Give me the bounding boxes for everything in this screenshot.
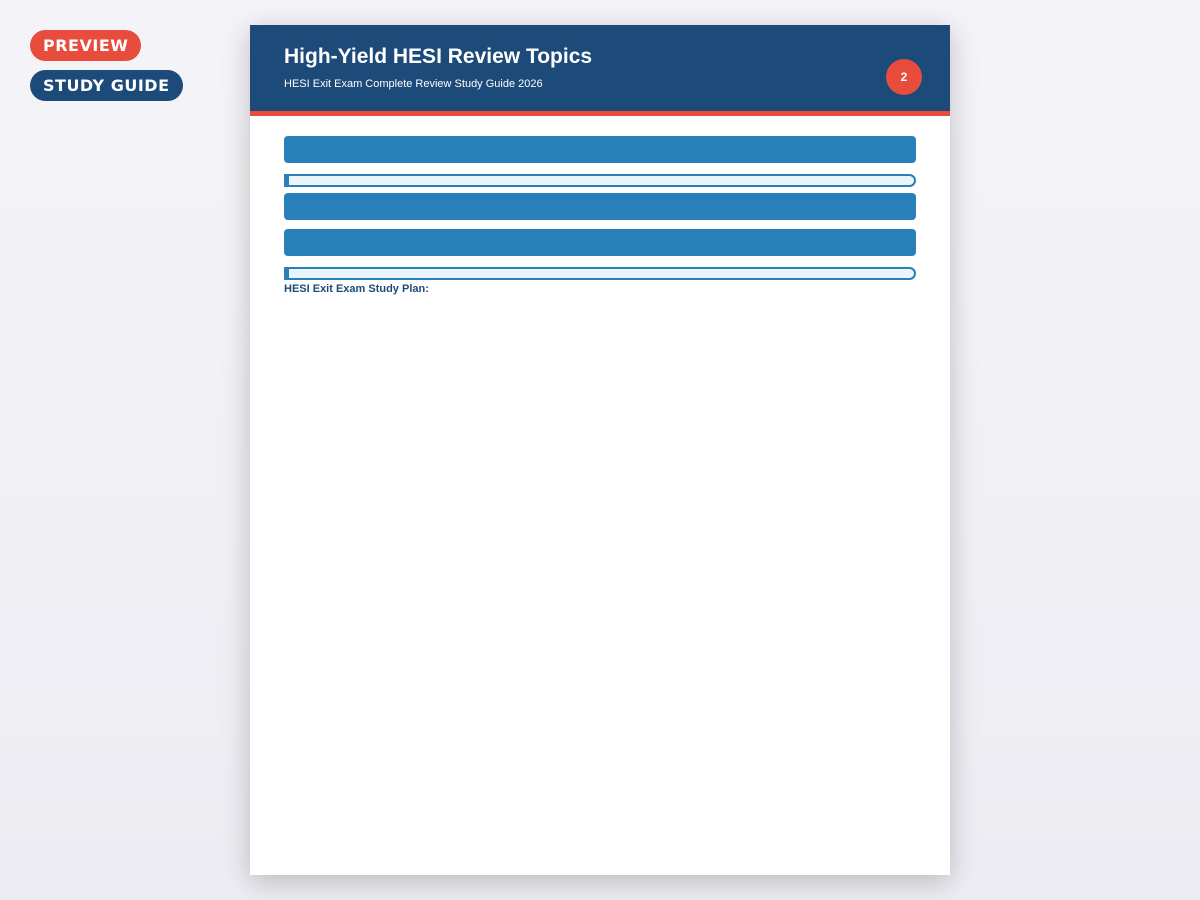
preview-badge: PREVIEW [30, 30, 142, 61]
highlight-box [284, 174, 916, 187]
highlight-box [284, 267, 916, 280]
page-number-badge: 2 [886, 59, 922, 95]
study-plan-heading: HESI Exit Exam Study Plan: [284, 283, 429, 295]
section-header-bar [284, 193, 916, 220]
study-guide-badge: STUDY GUIDE [30, 70, 183, 101]
document-page: High-Yield HESI Review Topics HESI Exit … [250, 25, 950, 875]
section-header-bar [284, 229, 916, 256]
page-subtitle: HESI Exit Exam Complete Review Study Gui… [284, 78, 543, 90]
page-title: High-Yield HESI Review Topics [284, 45, 593, 68]
section-header-bar [284, 136, 916, 163]
page-header: High-Yield HESI Review Topics HESI Exit … [250, 25, 950, 116]
